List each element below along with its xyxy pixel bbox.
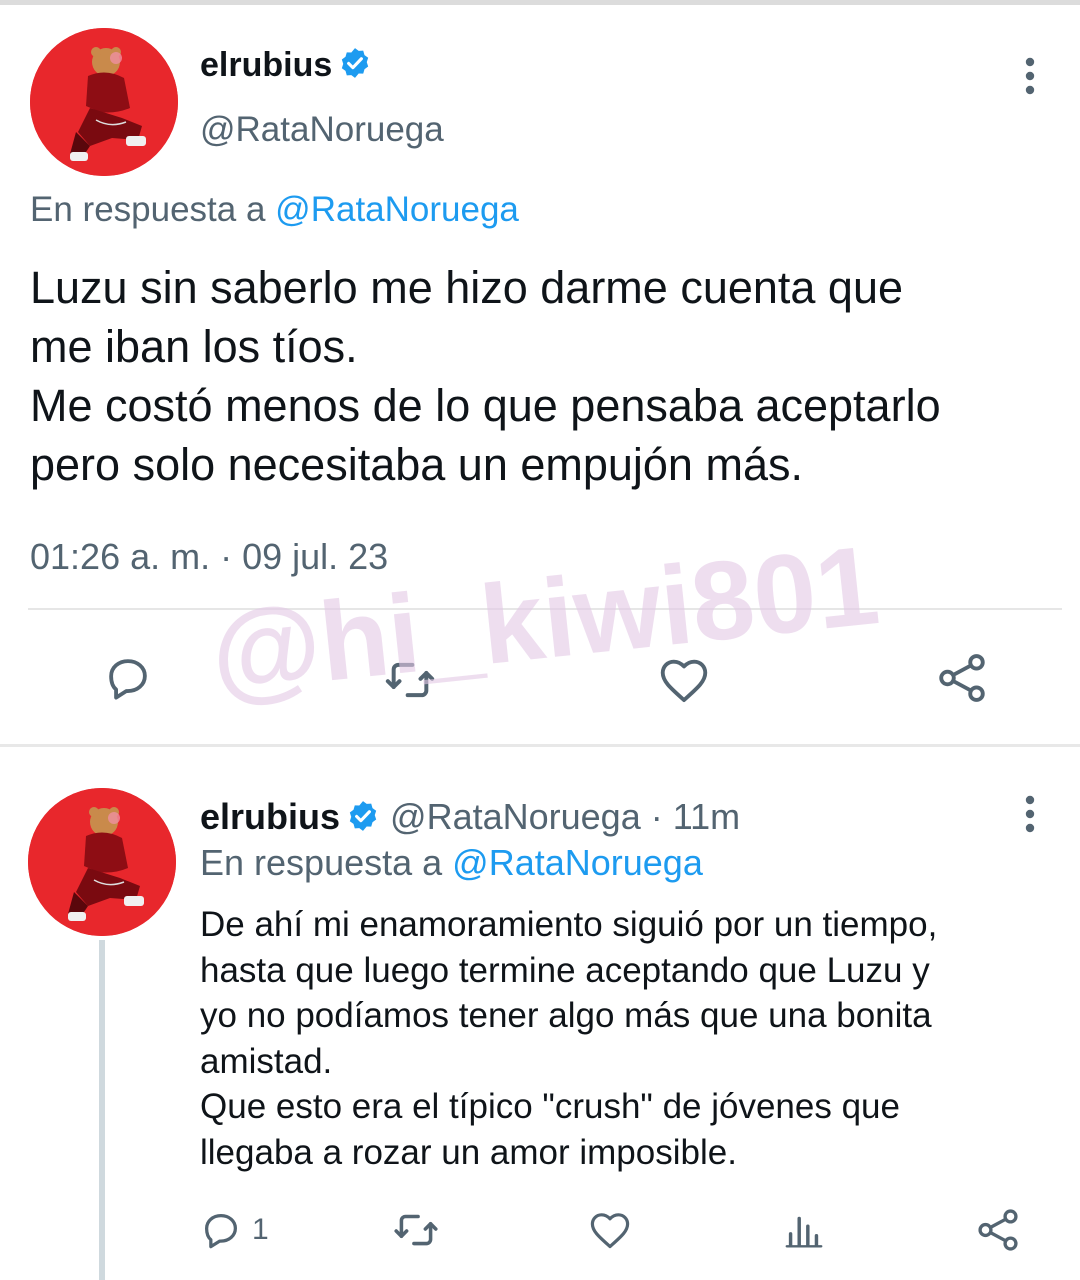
retweet-icon <box>394 1214 438 1246</box>
reply-button[interactable]: 1 <box>198 1200 288 1260</box>
tweet-timestamp[interactable]: 01:26 a. m. · 09 jul. 23 <box>30 536 388 578</box>
tweet-text-line: De ahí mi enamoramiento siguió por un ti… <box>200 905 938 944</box>
reply-context: En respuesta a @RataNoruega <box>200 842 703 883</box>
analytics-button[interactable] <box>774 1200 834 1260</box>
avatar[interactable] <box>28 788 176 936</box>
tweet-text-line: Me costó menos de lo que pensaba aceptar… <box>30 380 941 431</box>
reply-header: elrubius @RataNoruega · 11m <box>200 796 740 842</box>
author-handle-time[interactable]: @RataNoruega · 11m <box>390 796 740 837</box>
divider <box>28 608 1062 610</box>
author-handle[interactable]: @RataNoruega <box>200 110 444 150</box>
reply-context: En respuesta a @RataNoruega <box>30 190 519 229</box>
author-name[interactable]: elrubius <box>200 796 340 837</box>
tweet-text-line: pero solo necesitaba un empujón más. <box>30 439 803 490</box>
like-button[interactable] <box>654 650 714 710</box>
verified-badge-icon <box>346 799 380 842</box>
avatar[interactable] <box>30 28 178 176</box>
more-options-icon[interactable] <box>1010 56 1050 96</box>
tweet-text-line: me iban los tíos. <box>30 321 358 372</box>
author-name[interactable]: elrubius <box>200 46 372 89</box>
like-icon <box>590 1213 630 1249</box>
like-icon <box>660 659 708 702</box>
share-button[interactable] <box>968 1200 1028 1260</box>
reply-icon <box>204 1213 238 1249</box>
tweet-text: Luzu sin saberlo me hizo darme cuenta qu… <box>30 258 1070 494</box>
tweet-text-line: hasta que luego termine aceptando que Lu… <box>200 950 930 990</box>
like-button[interactable] <box>580 1200 640 1260</box>
thread-line <box>99 940 105 1280</box>
tweet-text: De ahí mi enamoramiento siguió por un ti… <box>200 902 1060 1175</box>
analytics-icon <box>785 1216 823 1248</box>
reply-button[interactable] <box>98 648 158 708</box>
more-options-icon[interactable] <box>1010 794 1050 834</box>
tweet-separator <box>0 744 1080 747</box>
top-divider <box>0 0 1080 5</box>
share-icon <box>939 654 985 702</box>
reply-count: 1 <box>252 1213 269 1246</box>
verified-badge-icon <box>338 46 372 89</box>
reply-mention-link[interactable]: @RataNoruega <box>275 190 519 229</box>
retweet-button[interactable] <box>380 650 440 710</box>
tweet-text-line: amistad. <box>200 1041 333 1081</box>
retweet-icon <box>385 662 435 698</box>
retweet-button[interactable] <box>386 1200 446 1260</box>
reply-icon <box>109 659 147 700</box>
tweet-text-line: llegaba a rozar un amor imposible. <box>200 1132 737 1172</box>
share-icon <box>978 1209 1018 1251</box>
tweet-text-line: yo no podíamos tener algo más que una bo… <box>200 996 932 1035</box>
share-button[interactable] <box>932 648 992 708</box>
tweet-text-line: Luzu sin saberlo me hizo darme cuenta qu… <box>30 262 904 313</box>
reply-mention-link[interactable]: @RataNoruega <box>452 842 703 883</box>
tweet-text-line: Que esto era el típico "crush" de jóvene… <box>200 1087 900 1126</box>
